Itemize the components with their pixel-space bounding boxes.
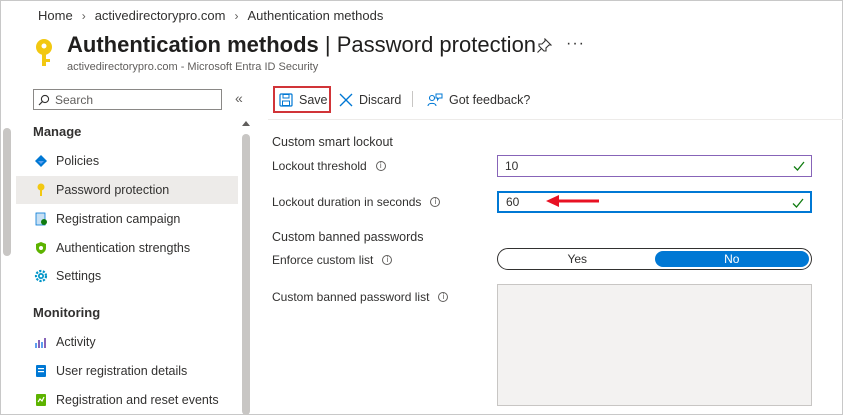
- sidebar-item-label: Registration and reset events: [56, 393, 219, 407]
- sidebar-item-activity[interactable]: Activity: [16, 328, 238, 356]
- sidebar-item-label: Registration campaign: [56, 212, 181, 226]
- checkmark-icon: [793, 161, 805, 171]
- user-details-icon: [34, 364, 48, 378]
- sidebar-item-label: Password protection: [56, 183, 170, 197]
- breadcrumb-separator-icon: ›: [81, 8, 86, 23]
- sidebar-item-label: Activity: [56, 335, 96, 349]
- page-subtitle: activedirectorypro.com - Microsoft Entra…: [67, 61, 319, 73]
- page-title-section: | Password protection: [318, 32, 537, 57]
- info-icon[interactable]: i: [382, 255, 393, 265]
- breadcrumb-separator-icon: ›: [234, 8, 239, 23]
- feedback-button[interactable]: Got feedback?: [427, 86, 530, 113]
- toggle-option-no[interactable]: No: [654, 251, 809, 267]
- lockout-threshold-label: Lockout threshold i: [272, 159, 386, 173]
- sidebar-scrollbar-right[interactable]: [242, 134, 250, 415]
- banned-password-list-label: Custom banned password list i: [272, 290, 449, 304]
- banned-passwords-heading: Custom banned passwords: [272, 230, 424, 244]
- lockout-duration-text: Lockout duration in seconds: [272, 195, 422, 209]
- sidebar-item-authentication-strengths[interactable]: Authentication strengths: [16, 234, 238, 262]
- sidebar-item-policies[interactable]: Policies: [16, 147, 238, 175]
- collapse-sidebar-icon[interactable]: «: [235, 90, 243, 106]
- activity-chart-icon: [34, 335, 48, 349]
- section-monitoring: Monitoring: [33, 305, 101, 320]
- search-icon: [38, 94, 50, 105]
- sidebar-item-registration-campaign[interactable]: Registration campaign: [16, 205, 238, 233]
- page-title-main: Authentication methods: [67, 32, 319, 57]
- more-options-icon[interactable]: ···: [566, 35, 585, 53]
- sidebar-search[interactable]: [33, 89, 222, 110]
- banned-password-list-textarea: [497, 284, 812, 406]
- scroll-up-icon[interactable]: [242, 121, 250, 126]
- feedback-label: Got feedback?: [449, 92, 531, 107]
- feedback-person-icon: [427, 93, 443, 107]
- discard-button[interactable]: Discard: [339, 86, 401, 113]
- sidebar-item-settings[interactable]: Settings: [16, 262, 238, 290]
- policies-icon: [34, 154, 48, 168]
- save-button[interactable]: Save: [273, 86, 331, 113]
- shield-icon: [34, 241, 48, 255]
- toolbar-divider: [412, 91, 413, 107]
- sidebar-item-label: Authentication strengths: [56, 241, 191, 255]
- registration-campaign-icon: [34, 212, 48, 226]
- sidebar-item-label: Settings: [56, 269, 102, 283]
- lockout-threshold-input[interactable]: [505, 159, 785, 173]
- events-icon: [34, 393, 48, 407]
- section-manage: Manage: [33, 124, 82, 139]
- breadcrumb-home[interactable]: Home: [38, 8, 73, 23]
- info-icon[interactable]: i: [438, 292, 449, 302]
- enforce-custom-list-text: Enforce custom list: [272, 253, 374, 267]
- sidebar-item-user-registration-details[interactable]: User registration details: [16, 357, 238, 385]
- breadcrumb: Home › activedirectorypro.com › Authenti…: [38, 8, 383, 23]
- save-icon: [279, 92, 293, 107]
- sidebar-scrollbar[interactable]: [3, 128, 11, 256]
- key-icon: [36, 39, 52, 66]
- toggle-option-yes[interactable]: Yes: [500, 251, 655, 267]
- breadcrumb-authentication-methods[interactable]: Authentication methods: [247, 8, 383, 23]
- lockout-duration-label: Lockout duration in seconds i: [272, 195, 441, 209]
- gear-icon: [34, 269, 48, 283]
- red-arrow-annotation-icon: [546, 195, 599, 207]
- info-icon[interactable]: i: [430, 197, 441, 207]
- search-input[interactable]: [55, 92, 215, 107]
- enforce-custom-list-label: Enforce custom list i: [272, 253, 393, 267]
- enforce-custom-list-toggle[interactable]: Yes No: [497, 248, 812, 270]
- lockout-threshold-field[interactable]: [497, 155, 812, 177]
- pin-icon[interactable]: [536, 38, 552, 54]
- sidebar-item-password-protection[interactable]: Password protection: [16, 176, 238, 204]
- sidebar-item-label: Policies: [56, 154, 100, 168]
- breadcrumb-tenant[interactable]: activedirectorypro.com: [95, 8, 226, 23]
- info-icon[interactable]: i: [375, 161, 386, 171]
- save-label: Save: [299, 92, 328, 107]
- discard-label: Discard: [359, 92, 402, 107]
- toolbar-separator: [268, 119, 843, 120]
- sidebar-item-registration-and-reset-events[interactable]: Registration and reset events: [16, 386, 238, 414]
- lockout-threshold-text: Lockout threshold: [272, 159, 367, 173]
- close-icon: [339, 93, 353, 107]
- page-title: Authentication methods | Password protec…: [67, 32, 536, 58]
- sidebar-item-label: User registration details: [56, 364, 188, 378]
- smart-lockout-heading: Custom smart lockout: [272, 135, 393, 149]
- key-icon: [34, 183, 48, 197]
- checkmark-icon: [792, 198, 804, 208]
- banned-password-list-text: Custom banned password list: [272, 290, 430, 304]
